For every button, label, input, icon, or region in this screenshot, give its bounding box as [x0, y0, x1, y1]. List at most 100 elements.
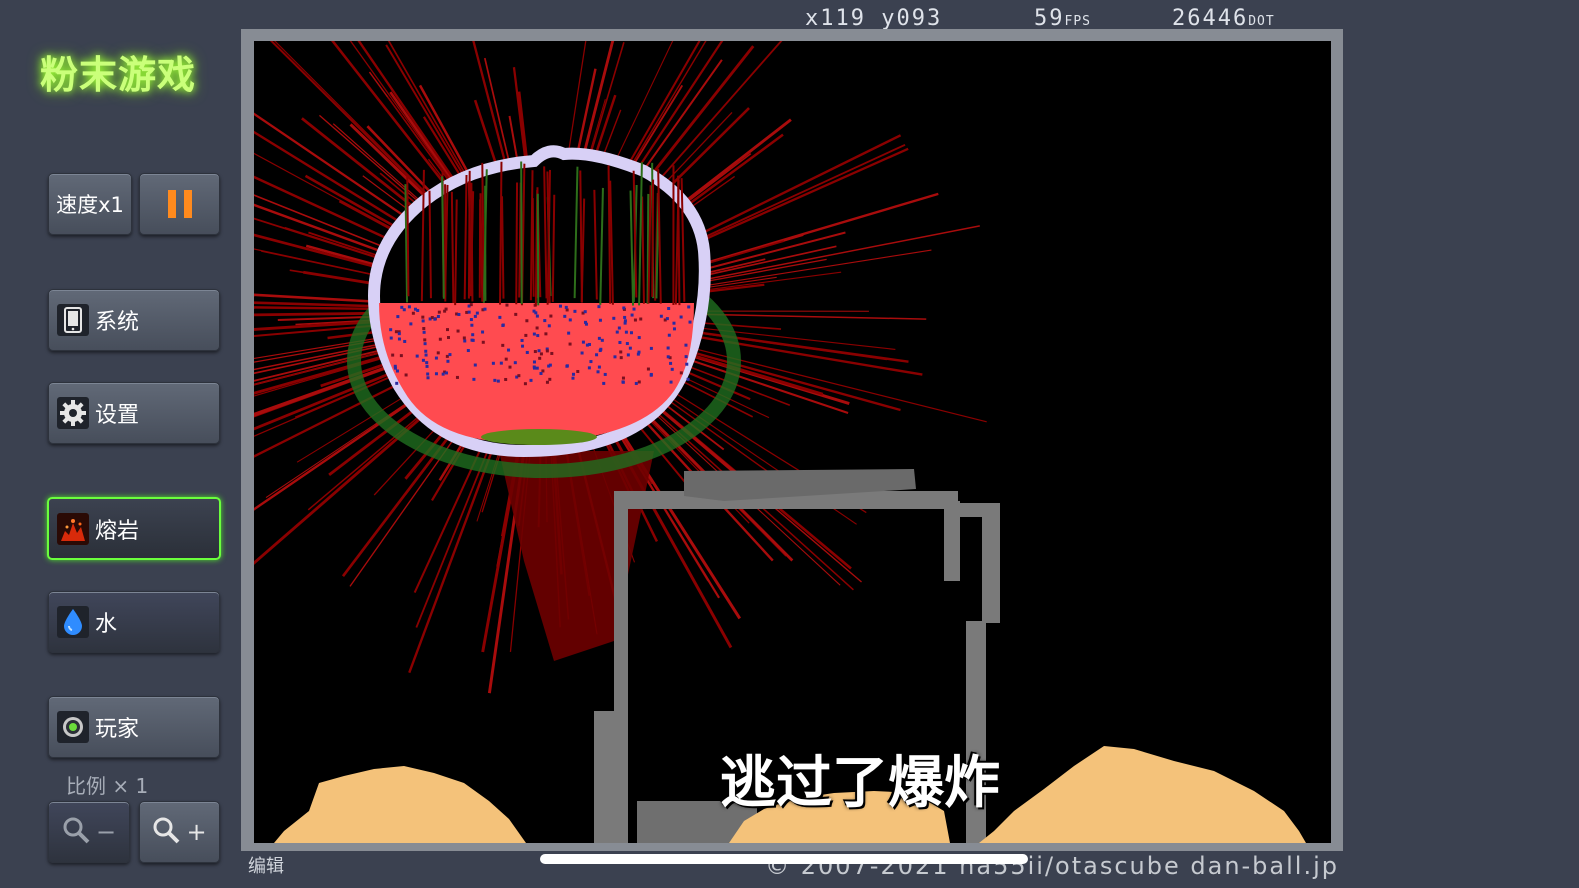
water-speck: [501, 343, 505, 347]
water-speck: [501, 323, 505, 327]
water-speck: [625, 342, 629, 346]
water-speck: [505, 303, 509, 307]
water-speck: [523, 382, 527, 386]
water-speck: [473, 314, 477, 318]
zoom-in-sign: +: [186, 818, 207, 846]
water-speck: [565, 308, 569, 312]
water-speck: [469, 303, 473, 307]
water-speck: [622, 306, 626, 310]
fps-readout: 59FPS: [1034, 6, 1091, 31]
explosion-ray: [703, 313, 927, 320]
water-speck: [548, 377, 552, 381]
water-speck: [403, 339, 407, 343]
water-speck: [529, 378, 533, 382]
element-water-button[interactable]: 水: [48, 591, 220, 653]
water-speck: [443, 309, 447, 313]
water-speck: [483, 307, 487, 311]
water-speck: [573, 309, 577, 313]
zoom-in-button[interactable]: +: [139, 801, 220, 863]
water-speck: [564, 305, 568, 309]
home-indicator[interactable]: [540, 854, 1028, 864]
water-speck: [473, 363, 477, 367]
water-speck: [525, 319, 529, 323]
water-speck: [545, 380, 549, 384]
water-speck: [626, 353, 630, 357]
water-speck: [389, 328, 393, 332]
lava-icon: [57, 512, 89, 545]
water-speck: [587, 366, 591, 370]
water-speck: [580, 351, 584, 355]
pause-button[interactable]: [139, 173, 220, 235]
water-speck: [532, 360, 536, 364]
water-speck: [576, 369, 580, 373]
water-speck: [415, 354, 419, 358]
speed-label: 速度x1: [56, 193, 124, 217]
water-speck: [602, 381, 606, 385]
water-speck: [629, 331, 633, 335]
settings-button[interactable]: 设置: [48, 382, 220, 444]
water-speck: [393, 366, 397, 370]
water-speck: [537, 349, 541, 353]
water-speck: [437, 310, 441, 314]
water-speck: [532, 365, 536, 369]
edit-label[interactable]: 编辑: [248, 852, 284, 878]
water-speck: [535, 366, 539, 370]
water-speck: [589, 360, 593, 364]
water-speck: [584, 322, 588, 326]
player-icon: [57, 711, 89, 743]
water-speck: [499, 361, 503, 365]
water-speck: [583, 310, 587, 314]
water-speck: [416, 308, 420, 312]
water-speck: [679, 315, 683, 319]
water-speck: [520, 338, 524, 342]
water-speck: [422, 330, 426, 334]
water-speck: [639, 317, 643, 321]
water-speck: [446, 359, 450, 363]
coordinate-readout: x119 y093: [805, 6, 942, 31]
system-button[interactable]: 系统: [48, 289, 220, 351]
water-speck: [396, 315, 400, 319]
water-speck: [395, 369, 399, 373]
water-speck: [623, 321, 627, 325]
water-speck: [621, 380, 625, 384]
water-speck: [441, 372, 445, 376]
water-speck: [659, 314, 663, 318]
water-speck: [421, 315, 425, 319]
speed-button[interactable]: 速度x1: [48, 173, 132, 235]
video-subtitle: 逃过了爆炸: [720, 751, 1000, 816]
water-speck: [444, 371, 448, 375]
water-speck: [535, 314, 539, 318]
water-speck: [565, 364, 569, 368]
water-speck: [491, 361, 495, 365]
water-speck: [571, 372, 575, 376]
sandbox-canvas[interactable]: [254, 41, 1331, 843]
zoom-out-button[interactable]: −: [48, 801, 130, 863]
scale-label: 比例 × 1: [66, 774, 149, 798]
water-speck: [422, 327, 426, 331]
water-speck: [409, 322, 413, 326]
gear-icon: [57, 397, 89, 429]
water-speck: [624, 330, 628, 334]
glass-vessel: [367, 145, 711, 458]
water-speck: [633, 318, 637, 322]
water-speck: [666, 355, 670, 359]
pause-icon: [167, 190, 192, 218]
element-lava-button[interactable]: 熔岩: [47, 497, 221, 560]
water-speck: [539, 371, 543, 375]
water-speck: [423, 338, 427, 342]
water-speck: [463, 339, 467, 343]
water-speck: [538, 356, 542, 360]
water-speck: [467, 310, 471, 314]
water-speck: [649, 373, 653, 377]
water-speck: [536, 334, 540, 338]
water-speck: [649, 346, 653, 350]
app-title: 粉末游戏: [40, 53, 197, 97]
water-speck: [498, 315, 502, 319]
water-speck: [394, 330, 398, 334]
water-speck: [471, 333, 475, 337]
water-speck: [425, 361, 429, 365]
element-player-button[interactable]: 玩家: [48, 696, 220, 758]
water-speck: [685, 362, 689, 366]
water-speck: [430, 316, 434, 320]
water-speck: [404, 373, 408, 377]
